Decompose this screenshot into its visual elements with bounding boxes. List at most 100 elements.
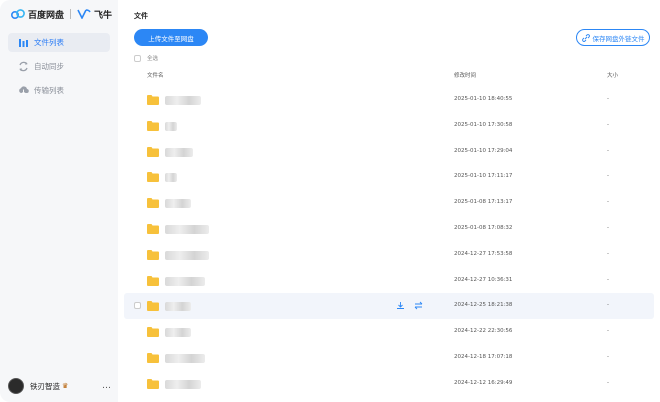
column-header-size[interactable]: 大小 (607, 71, 618, 79)
file-size: - (607, 302, 609, 309)
user-name: 铁刃智造 (30, 381, 60, 391)
table-row[interactable]: 2024-12-18 17:07:18 - (124, 345, 654, 371)
modified-time: 2024-12-25 18:21:38 (454, 302, 513, 309)
table-row[interactable]: 2025-01-10 17:29:04 - (124, 139, 654, 165)
file-name-redacted (165, 173, 177, 183)
file-size: - (607, 250, 609, 257)
modified-time: 2024-12-22 22:30:56 (454, 328, 513, 335)
main-panel: 文件 上传文件至网盘 保存网盘外链文件 全选 文件名 修改时间 大小 2025-… (118, 0, 660, 402)
file-name-redacted (165, 379, 201, 389)
sidebar-nav: 文件列表 自动同步 传输列表 (8, 33, 110, 105)
folder-icon (147, 120, 159, 131)
file-size: - (607, 276, 609, 283)
table-row[interactable]: 2025-01-08 17:08:32 - (124, 216, 654, 242)
user-profile[interactable]: 铁刃智造 ♛ … (8, 378, 114, 394)
folder-icon (147, 378, 159, 389)
download-icon[interactable] (396, 301, 405, 310)
file-list: 2025-01-10 18:40:55 - 2025-01-10 17:30:5… (124, 87, 654, 397)
sidebar-item-label: 文件列表 (34, 38, 64, 47)
folder-icon (147, 146, 159, 157)
table-row[interactable]: 2024-12-12 16:29:49 - (124, 371, 654, 397)
more-icon[interactable]: … (102, 381, 111, 391)
page-title: 文件 (134, 12, 148, 20)
file-name-redacted (165, 328, 191, 338)
file-size: - (607, 173, 609, 180)
folder-icon (147, 95, 159, 105)
brand-divider (70, 9, 72, 19)
sidebar-item-file-list[interactable]: 文件列表 (8, 33, 110, 52)
table-row[interactable]: 2024-12-22 22:30:56 - (124, 319, 654, 345)
file-name-redacted (165, 250, 209, 260)
file-size: - (607, 199, 609, 206)
file-name-redacted (165, 147, 193, 157)
modified-time: 2025-01-10 18:40:55 (454, 96, 513, 102)
table-header: 文件名 修改时间 大小 (118, 68, 660, 82)
file-name-redacted (165, 96, 201, 105)
row-checkbox[interactable] (134, 302, 141, 310)
folder-icon (147, 301, 159, 312)
modified-time: 2024-12-12 16:29:49 (454, 379, 513, 386)
modified-time: 2025-01-10 17:30:58 (454, 121, 513, 128)
modified-time: 2024-12-27 10:36:31 (454, 276, 513, 283)
sidebar-item-auto-sync[interactable]: 自动同步 (8, 57, 110, 76)
file-name-redacted (165, 302, 191, 312)
table-row[interactable]: 2024-12-25 18:21:38 - (124, 293, 654, 320)
folder-icon (147, 275, 159, 286)
sync-icon (19, 61, 28, 72)
file-name-redacted (165, 353, 205, 363)
sidebar: 百度网盘 飞牛 文件列表 自动同步 传输列表 铁刃智造 ♛ … (0, 0, 118, 402)
sidebar-item-label: 传输列表 (34, 86, 64, 95)
brand: 百度网盘 飞牛 (11, 7, 112, 21)
modified-time: 2025-01-08 17:08:32 (454, 224, 513, 231)
column-header-name[interactable]: 文件名 (147, 71, 164, 79)
column-header-modified[interactable]: 修改时间 (454, 71, 476, 79)
folder-icon (147, 198, 159, 209)
vip-badge-icon: ♛ (62, 382, 69, 390)
sidebar-item-label: 自动同步 (34, 62, 64, 71)
file-size: - (607, 328, 609, 335)
save-external-link-button[interactable]: 保存网盘外链文件 (576, 29, 650, 46)
table-row[interactable]: 2025-01-10 17:11:17 - (124, 164, 654, 190)
baidu-netdisk-logo-icon (11, 9, 25, 19)
partner-name: 飞牛 (94, 10, 113, 21)
file-name-redacted (165, 121, 177, 131)
avatar[interactable] (8, 378, 24, 394)
modified-time: 2024-12-18 17:07:18 (454, 353, 513, 360)
table-row[interactable]: 2025-01-08 17:13:17 - (124, 190, 654, 216)
save-external-link-label: 保存网盘外链文件 (592, 34, 645, 43)
file-size: - (607, 121, 609, 128)
file-size: - (607, 224, 609, 231)
feiniu-logo-icon (77, 9, 91, 19)
folder-icon (147, 223, 159, 234)
file-size: - (607, 353, 609, 360)
select-all-label: 全选 (147, 56, 159, 62)
file-size: - (607, 147, 609, 154)
table-row[interactable]: 2025-01-10 18:40:55 - (124, 87, 654, 113)
table-row[interactable]: 2024-12-27 10:36:31 - (124, 268, 654, 294)
sidebar-item-transfer-list[interactable]: 传输列表 (8, 81, 110, 100)
folder-icon (147, 327, 159, 338)
select-all[interactable]: 全选 (134, 54, 158, 62)
folder-icon (147, 352, 159, 363)
file-name-redacted (165, 224, 209, 234)
modified-time: 2024-12-27 17:53:58 (454, 250, 513, 257)
select-all-checkbox[interactable] (134, 54, 141, 62)
file-size: - (607, 96, 609, 102)
file-name-redacted (165, 276, 205, 286)
folder-icon (147, 249, 159, 260)
upload-to-netdisk-button[interactable]: 上传文件至网盘 (134, 29, 208, 46)
link-icon (581, 33, 590, 42)
table-row[interactable]: 2024-12-27 17:53:58 - (124, 242, 654, 268)
file-name-redacted (165, 199, 191, 209)
cloud-transfer-icon (19, 86, 29, 95)
folder-icon (147, 172, 159, 183)
modified-time: 2025-01-10 17:11:17 (454, 173, 513, 180)
file-size: - (607, 379, 609, 386)
modified-time: 2025-01-08 17:13:17 (454, 199, 513, 206)
modified-time: 2025-01-10 17:29:04 (454, 147, 513, 154)
app-window: 百度网盘 飞牛 文件列表 自动同步 传输列表 铁刃智造 ♛ … 文件 上传文件至… (0, 0, 660, 402)
brand-name: 百度网盘 (28, 10, 65, 21)
bar-chart-icon (19, 39, 28, 47)
transfer-icon[interactable] (414, 301, 423, 310)
table-row[interactable]: 2025-01-10 17:30:58 - (124, 113, 654, 139)
